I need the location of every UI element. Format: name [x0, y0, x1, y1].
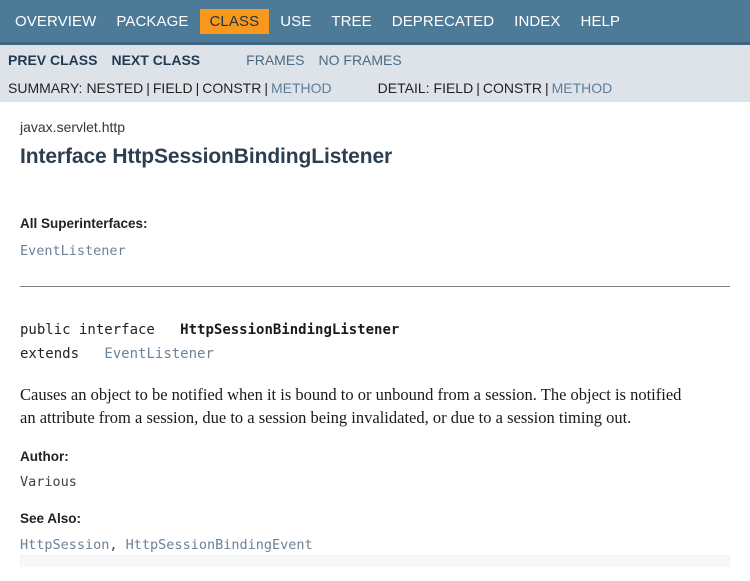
prev-class-link[interactable]: PREV CLASS: [8, 52, 97, 68]
nav-item-index[interactable]: INDEX: [505, 9, 569, 34]
superinterfaces-label: All Superinterfaces:: [20, 215, 148, 231]
author-block: Author: Various: [20, 448, 730, 493]
signature-extends-keyword: extends: [20, 345, 80, 362]
summary-separator-1: |: [146, 80, 150, 96]
see-also-value: HttpSession, HttpSessionBindingEvent: [20, 536, 730, 555]
section-divider: [20, 285, 730, 287]
see-also-label: See Also:: [20, 511, 82, 527]
nav-item-tree[interactable]: TREE: [322, 9, 380, 34]
nav-item-class[interactable]: CLASS: [199, 8, 270, 34]
package-name: javax.servlet.http: [20, 119, 126, 135]
author-label: Author:: [20, 448, 69, 464]
next-class-link[interactable]: NEXT CLASS: [111, 52, 200, 68]
sub-navigation-prev-next: PREV CLASS NEXT CLASS FRAMES NO FRAMES: [0, 45, 750, 74]
see-also-comma: ,: [109, 537, 126, 554]
signature-modifiers: public interface: [20, 321, 155, 338]
summary-method-link[interactable]: METHOD: [271, 80, 332, 96]
nav-item-use[interactable]: USE: [271, 9, 320, 34]
top-navigation-bar: OVERVIEW PACKAGE CLASS USE TREE DEPRECAT…: [0, 0, 750, 45]
description-line-2: an attribute from a session, due to a se…: [20, 408, 632, 428]
detail-field-link: FIELD: [433, 80, 474, 96]
superinterfaces-block: All Superinterfaces: EventListener: [20, 169, 730, 261]
summary-field-link: FIELD: [152, 80, 193, 96]
sub-navigation-summary-detail: SUMMARY: NESTED | FIELD | CONSTR | METHO…: [0, 74, 750, 102]
summary-constr-link: CONSTR: [202, 80, 262, 96]
detail-separator-2: |: [544, 80, 549, 96]
method-summary-table-top: [20, 555, 730, 568]
author-name: Various: [20, 474, 77, 491]
detail-constr-link: CONSTR: [482, 80, 542, 96]
description-line-1: Causes an object to be notified when it …: [20, 384, 682, 404]
type-description: Causes an object to be notified when it …: [20, 383, 750, 430]
summary-label: SUMMARY:: [8, 80, 83, 96]
superinterfaces-value: EventListener: [20, 242, 730, 261]
author-value: Various: [20, 473, 730, 492]
frames-link[interactable]: FRAMES: [246, 52, 304, 68]
summary-nested-link: NESTED: [86, 80, 144, 96]
no-frames-link[interactable]: NO FRAMES: [319, 52, 402, 68]
see-also-block: See Also: HttpSession, HttpSessionBindin…: [20, 510, 730, 555]
summary-separator-2: |: [195, 80, 200, 96]
httpsession-link[interactable]: HttpSession: [20, 537, 109, 553]
page-title: Interface HttpSessionBindingListener: [20, 144, 393, 168]
type-signature: public interface HttpSessionBindingListe…: [20, 318, 730, 366]
main-content: javax.servlet.http Interface HttpSession…: [0, 102, 750, 555]
signature-type-name: HttpSessionBindingListener: [180, 321, 400, 338]
detail-separator-1: |: [476, 80, 480, 96]
httpsessionbindingevent-link[interactable]: HttpSessionBindingEvent: [126, 537, 313, 553]
nav-item-overview[interactable]: OVERVIEW: [6, 9, 105, 34]
nav-item-deprecated[interactable]: DEPRECATED: [383, 9, 503, 34]
nav-item-help[interactable]: HELP: [572, 9, 630, 34]
nav-item-package[interactable]: PACKAGE: [107, 9, 197, 34]
signature-extends-link[interactable]: EventListener: [104, 346, 214, 362]
eventlistener-link[interactable]: EventListener: [20, 243, 126, 259]
detail-label: DETAIL:: [377, 80, 430, 96]
summary-separator-3: |: [264, 80, 268, 96]
detail-method-link[interactable]: METHOD: [552, 80, 613, 96]
